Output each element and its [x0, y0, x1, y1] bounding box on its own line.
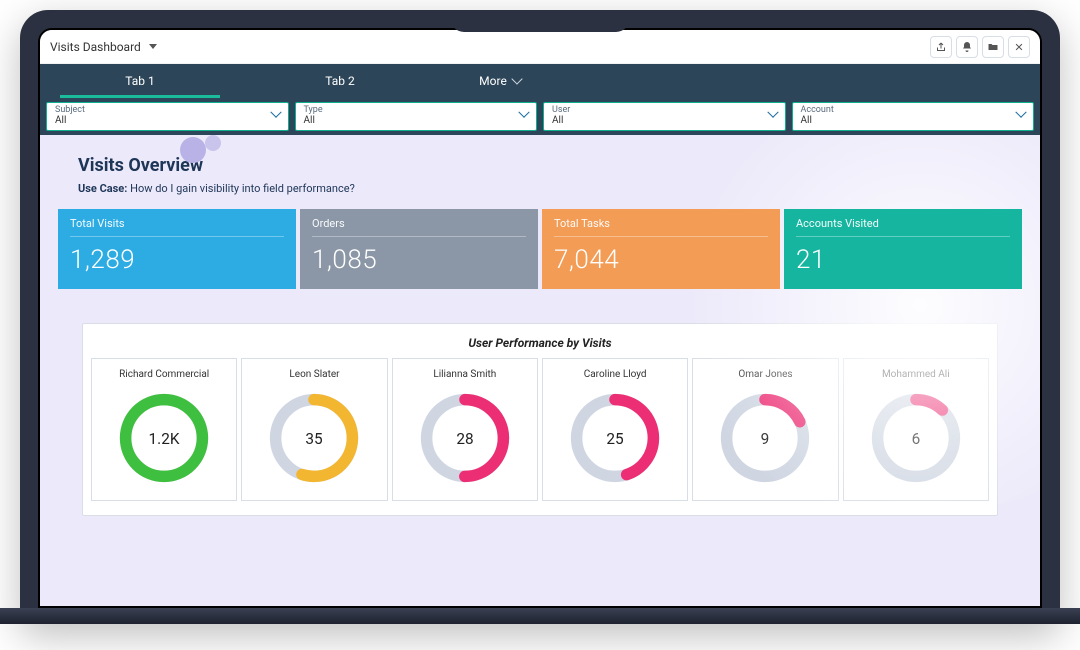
kpi-label: Total Visits: [70, 217, 284, 237]
svg-text:1.2K: 1.2K: [149, 430, 180, 448]
close-button[interactable]: [1008, 36, 1030, 58]
filter-value: All: [304, 115, 529, 126]
main-tabs: Tab 1 Tab 2 More: [40, 64, 1040, 98]
donut-chart: 35: [248, 390, 380, 486]
donut-user-name: Leon Slater: [248, 369, 380, 380]
hero-dot: [180, 137, 206, 163]
chevron-down-icon: [511, 73, 522, 84]
donut-user-name: Lilianna Smith: [399, 369, 531, 380]
kpi-value: 1,085: [312, 245, 526, 275]
filter-value: All: [801, 115, 1026, 126]
app-screen: Visits Dashboard Tab 1 Tab 2 More: [38, 28, 1042, 608]
tab-label: Tab 2: [325, 74, 354, 88]
laptop-base: [0, 608, 1080, 624]
kpi-total-tasks[interactable]: Total Tasks 7,044: [542, 209, 780, 289]
caret-down-icon: [149, 44, 157, 49]
filter-type[interactable]: TypeAll: [295, 102, 538, 131]
donut-chart: 1.2K: [98, 390, 230, 486]
page-title: Visits Dashboard: [50, 40, 141, 54]
folder-button[interactable]: [982, 36, 1004, 58]
tab-label: More: [479, 64, 507, 98]
filter-subject[interactable]: SubjectAll: [46, 102, 289, 131]
tab-1[interactable]: Tab 1: [40, 64, 240, 98]
hero-dot: [205, 135, 221, 151]
filter-account[interactable]: AccountAll: [792, 102, 1035, 131]
titlebar-actions: [930, 36, 1030, 58]
filter-value: All: [552, 115, 777, 126]
donut-chart: 25: [549, 390, 681, 486]
svg-text:28: 28: [456, 430, 473, 448]
filter-label: Type: [304, 105, 529, 115]
kpi-label: Orders: [312, 217, 526, 237]
kpi-value: 1,289: [70, 245, 284, 275]
kpi-label: Total Tasks: [554, 217, 768, 237]
tab-label: Tab 1: [125, 74, 154, 88]
kpi-accounts-visited[interactable]: Accounts Visited 21: [784, 209, 1022, 289]
tab-more[interactable]: More: [440, 64, 560, 98]
donut-cell[interactable]: Leon Slater 35: [241, 358, 387, 501]
share-icon: [935, 41, 947, 53]
kpi-value: 7,044: [554, 245, 768, 275]
tab-2[interactable]: Tab 2: [240, 64, 440, 98]
kpi-label: Accounts Visited: [796, 217, 1010, 237]
bell-icon: [961, 41, 973, 53]
filter-user[interactable]: UserAll: [543, 102, 786, 131]
donut-chart: 28: [399, 390, 531, 486]
svg-text:25: 25: [607, 430, 625, 448]
svg-text:35: 35: [306, 430, 324, 448]
share-button[interactable]: [930, 36, 952, 58]
donut-cell[interactable]: Richard Commercial 1.2K: [91, 358, 237, 501]
laptop-frame: Visits Dashboard Tab 1 Tab 2 More: [20, 10, 1060, 624]
filter-value: All: [55, 115, 280, 126]
filters-row: SubjectAllTypeAllUserAllAccountAll: [40, 98, 1040, 135]
usecase-label: Use Case:: [78, 182, 127, 195]
kpi-orders[interactable]: Orders 1,085: [300, 209, 538, 289]
titlebar: Visits Dashboard: [40, 30, 1040, 64]
filter-label: User: [552, 105, 777, 115]
filter-label: Subject: [55, 105, 280, 115]
filter-label: Account: [801, 105, 1026, 115]
notifications-button[interactable]: [956, 36, 978, 58]
kpi-value: 21: [796, 245, 1010, 275]
donut-user-name: Caroline Lloyd: [549, 369, 681, 380]
page-body: Visits Overview Use Case: How do I gain …: [40, 135, 1040, 608]
close-icon: [1014, 42, 1024, 52]
usecase-text: How do I gain visibility into field perf…: [130, 182, 355, 195]
title-left[interactable]: Visits Dashboard: [50, 40, 157, 54]
kpi-total-visits[interactable]: Total Visits 1,289: [58, 209, 296, 289]
donut-cell[interactable]: Lilianna Smith 28: [392, 358, 538, 501]
kpi-row: Total Visits 1,289 Orders 1,085 Total Tasks 7…: [58, 209, 1022, 289]
donut-cell[interactable]: Caroline Lloyd 25: [542, 358, 688, 501]
donut-user-name: Richard Commercial: [98, 369, 230, 380]
folder-icon: [987, 41, 999, 53]
laptop-notch: [450, 10, 630, 32]
